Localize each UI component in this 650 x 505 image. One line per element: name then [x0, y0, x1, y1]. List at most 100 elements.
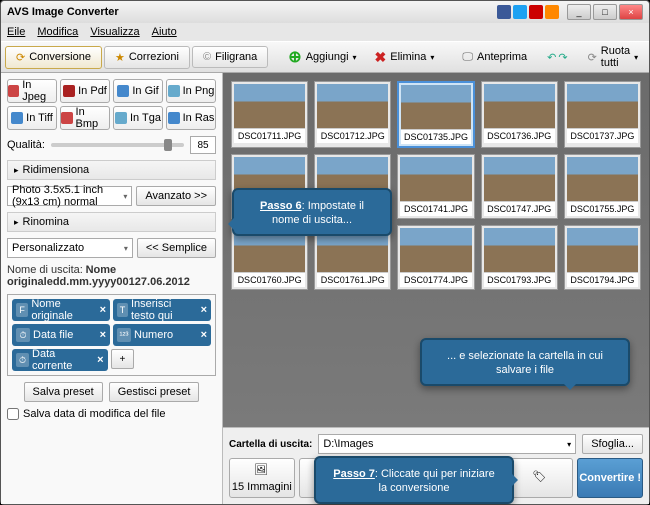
- token-text[interactable]: TInserisci testo qui×: [113, 299, 211, 321]
- rotate-right-icon: ↷: [558, 51, 567, 64]
- output-name-row: Nome di uscita: Nome originaledd.mm.yyyy…: [7, 264, 216, 288]
- resize-preset-combo[interactable]: Photo 3.5x5.1 inch (9x13 cm) normal: [7, 186, 132, 206]
- rotate-all-button[interactable]: ⟳Ruota tutti▾: [580, 42, 647, 72]
- thumbnail-image: [484, 84, 555, 128]
- quality-value[interactable]: [190, 136, 216, 154]
- thumbnail-item[interactable]: DSC01755.JPG: [564, 154, 641, 219]
- thumbnail-item[interactable]: DSC01735.JPG: [397, 81, 474, 148]
- thumbnail-item[interactable]: DSC01711.JPG: [231, 81, 308, 148]
- rotate-left-icon: ↶: [547, 51, 556, 64]
- format-ras[interactable]: In Ras: [166, 106, 216, 130]
- format-tga[interactable]: In Tga: [113, 106, 163, 130]
- close-button[interactable]: ×: [619, 4, 643, 20]
- add-button[interactable]: ⊕Aggiungi▾: [280, 44, 364, 70]
- simple-button[interactable]: << Semplice: [137, 238, 216, 258]
- sidebar: In Jpeg In Pdf In Gif In Png In Tiff In …: [1, 73, 223, 504]
- format-jpeg[interactable]: In Jpeg: [7, 79, 57, 103]
- thumbnail-image: [484, 157, 555, 201]
- thumbnail-label: DSC01712.JPG: [317, 128, 388, 143]
- token-current-date[interactable]: ⏱Data corrente×: [12, 349, 108, 371]
- facebook-icon[interactable]: [497, 5, 511, 19]
- token-file-date[interactable]: ⏱Data file×: [12, 324, 110, 346]
- youtube-icon[interactable]: [529, 5, 543, 19]
- thumbnail-item[interactable]: DSC01793.JPG: [481, 225, 558, 290]
- browse-button[interactable]: Sfoglia...: [582, 434, 643, 454]
- thumbnail-label: DSC01711.JPG: [234, 128, 305, 143]
- thumbnail-label: DSC01760.JPG: [234, 272, 305, 287]
- rss-icon[interactable]: [545, 5, 559, 19]
- thumbnail-label: DSC01793.JPG: [484, 272, 555, 287]
- callout-step-6: Passo 6: Impostate il nome di uscita...: [232, 188, 392, 236]
- thumbnail-image: [567, 84, 638, 128]
- tab-corrections[interactable]: ★Correzioni: [104, 46, 190, 69]
- menu-help[interactable]: Aiuto: [152, 26, 177, 38]
- toolbar: ⟳Conversione ★Correzioni ©Filigrana ⊕Agg…: [1, 41, 649, 73]
- menubar: Eile Modifica Visualizza Aiuto: [1, 23, 649, 41]
- thumbnail-label: DSC01741.JPG: [400, 201, 471, 216]
- twitter-icon[interactable]: [513, 5, 527, 19]
- keep-date-checkbox[interactable]: Salva data di modifica del file: [7, 408, 216, 420]
- thumbnail-label: DSC01755.JPG: [567, 201, 638, 216]
- output-path-combo[interactable]: D:\Images: [318, 434, 576, 454]
- thumbnail-label: DSC01735.JPG: [401, 129, 470, 144]
- thumbnail-item[interactable]: DSC01747.JPG: [481, 154, 558, 219]
- rename-preset-combo[interactable]: Personalizzato: [7, 238, 133, 258]
- thumbnail-label: DSC01736.JPG: [484, 128, 555, 143]
- rotate-right-button[interactable]: ↷: [558, 45, 567, 69]
- quality-slider[interactable]: [51, 143, 184, 147]
- thumbnail-label: DSC01747.JPG: [484, 201, 555, 216]
- close-icon[interactable]: ×: [201, 304, 207, 316]
- thumbnail-item[interactable]: DSC01736.JPG: [481, 81, 558, 148]
- thumbnail-image: [400, 228, 471, 272]
- close-icon[interactable]: ×: [100, 304, 106, 316]
- thumbnail-image: [401, 85, 470, 129]
- thumbnail-image: [567, 228, 638, 272]
- close-icon[interactable]: ×: [100, 329, 106, 341]
- maximize-button[interactable]: □: [593, 4, 617, 20]
- minimize-button[interactable]: _: [567, 4, 591, 20]
- image-count-button[interactable]: 🖼15 Immagini: [229, 458, 295, 498]
- format-pdf[interactable]: In Pdf: [60, 79, 110, 103]
- convert-button[interactable]: Convertire !: [577, 458, 643, 498]
- format-bmp[interactable]: In Bmp: [60, 106, 110, 130]
- resize-header[interactable]: Ridimensiona: [7, 160, 216, 180]
- thumbnail-item[interactable]: DSC01712.JPG: [314, 81, 391, 148]
- x-icon: ✖: [375, 49, 387, 66]
- thumbnail-image: [400, 157, 471, 201]
- menu-file[interactable]: Eile: [7, 26, 25, 38]
- manage-preset-button[interactable]: Gestisci preset: [109, 382, 200, 402]
- callout-folder: ... e selezionate la cartella in cui sal…: [420, 338, 630, 386]
- menu-edit[interactable]: Modifica: [37, 26, 78, 38]
- quality-row: Qualità:: [7, 136, 216, 154]
- callout-step-7: Passo 7: Cliccate qui per iniziare la co…: [314, 456, 514, 504]
- content-area: DSC01711.JPG DSC01712.JPG DSC01735.JPG DSC0…: [223, 73, 649, 504]
- advanced-button[interactable]: Avanzato >>: [136, 186, 216, 206]
- quality-label: Qualità:: [7, 139, 45, 151]
- rotate-icon: ⟳: [588, 51, 597, 64]
- format-tiff[interactable]: In Tiff: [7, 106, 57, 130]
- thumbnail-item[interactable]: DSC01741.JPG: [397, 154, 474, 219]
- token-original-name[interactable]: FNome originale×: [12, 299, 110, 321]
- tab-watermark[interactable]: ©Filigrana: [192, 46, 268, 68]
- thumbnail-label: DSC01794.JPG: [567, 272, 638, 287]
- rename-header[interactable]: Rinomina: [7, 212, 216, 232]
- thumbnail-image: [317, 84, 388, 128]
- close-icon[interactable]: ×: [201, 329, 207, 341]
- thumbnail-item[interactable]: DSC01774.JPG: [397, 225, 474, 290]
- preview-button[interactable]: 🖵Anteprima: [454, 48, 535, 67]
- format-png[interactable]: In Png: [166, 79, 216, 103]
- titlebar: AVS Image Converter _ □ ×: [1, 1, 649, 23]
- token-number[interactable]: ¹²³Numero×: [113, 324, 211, 346]
- delete-button[interactable]: ✖Elimina▾: [367, 46, 443, 69]
- thumbnail-item[interactable]: DSC01794.JPG: [564, 225, 641, 290]
- thumbnail-item[interactable]: DSC01737.JPG: [564, 81, 641, 148]
- close-icon[interactable]: ×: [97, 354, 103, 366]
- add-token-button[interactable]: +: [111, 349, 135, 369]
- format-gif[interactable]: In Gif: [113, 79, 163, 103]
- tab-conversion[interactable]: ⟳Conversione: [5, 46, 102, 69]
- thumbnail-image: [484, 228, 555, 272]
- menu-view[interactable]: Visualizza: [90, 26, 139, 38]
- social-icons: [497, 5, 559, 19]
- rotate-left-button[interactable]: ↶: [547, 45, 556, 69]
- save-preset-button[interactable]: Salva preset: [24, 382, 103, 402]
